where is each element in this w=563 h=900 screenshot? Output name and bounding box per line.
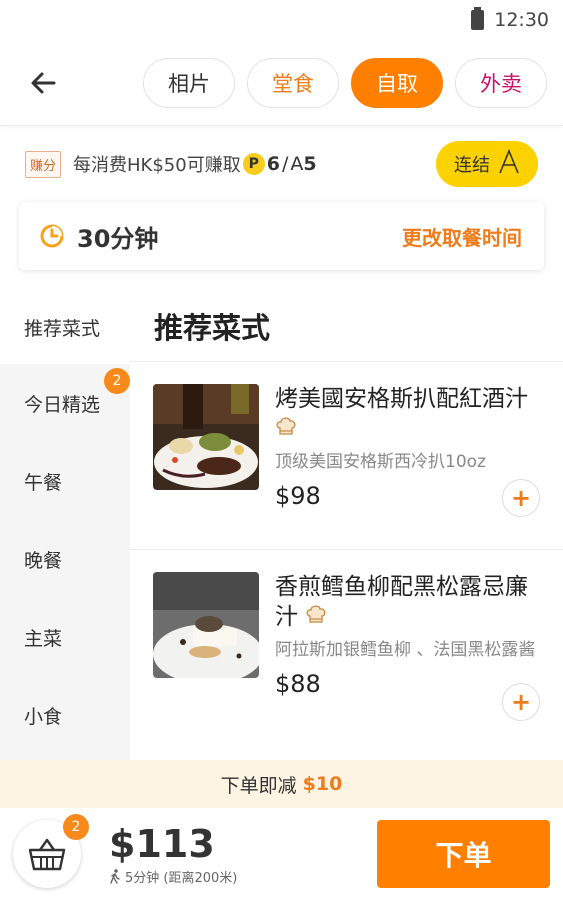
asia-miles-logo-icon <box>498 148 520 180</box>
promo-amount: $10 <box>302 773 343 795</box>
tab-delivery[interactable]: 外卖 <box>455 57 547 108</box>
dish-price: $88 <box>275 670 321 698</box>
dish-item[interactable]: 香煎鳕鱼柳配黑松露忌廉汁 阿拉斯加银鳕鱼柳 、法国黑松露酱 $88 + <box>130 550 563 760</box>
tab-photos[interactable]: 相片 <box>143 57 235 108</box>
tab-pickup[interactable]: 自取 <box>351 57 443 108</box>
dish-item[interactable]: 烤美國安格斯扒配紅酒汁 顶级美国安格斯西冷扒10oz $98 + <box>130 362 563 550</box>
earn-text: 每消费HK$50可赚取 <box>73 155 241 176</box>
dish-description: 阿拉斯加银鳕鱼柳 、法国黑松露酱 <box>275 640 536 660</box>
chef-recommend-icon <box>276 417 296 435</box>
points-coin-icon: P <box>242 153 265 175</box>
clock: 12:30 <box>494 9 549 31</box>
status-bar: 12:30 <box>0 0 563 40</box>
points-separator: / <box>281 153 289 175</box>
dish-name: 烤美國安格斯扒配紅酒汁 <box>275 384 541 444</box>
back-arrow-icon[interactable] <box>26 65 62 101</box>
change-pickup-time-link[interactable]: 更改取餐时间 <box>402 222 522 251</box>
header: 相片 堂食 自取 外卖 <box>0 40 563 126</box>
sidebar-item-main[interactable]: 主菜 <box>0 598 130 676</box>
count-badge: 2 <box>104 368 130 394</box>
sidebar-item-recommended[interactable]: 推荐菜式 <box>0 290 130 364</box>
pickup-time-card: 30分钟 更改取餐时间 <box>19 202 544 270</box>
sidebar-item-label: 午餐 <box>24 471 63 494</box>
sidebar-item-today[interactable]: 今日精选 2 <box>0 364 130 442</box>
place-order-button[interactable]: 下单 <box>377 820 550 888</box>
sidebar-item-snacks[interactable]: 小食 <box>0 676 130 754</box>
dish-name: 香煎鳕鱼柳配黑松露忌廉汁 <box>275 574 528 630</box>
sidebar-item-dinner[interactable]: 晚餐 <box>0 520 130 598</box>
menu-content: 推荐菜式 今日精选 2 午餐 晚餐 主菜 小食 推荐菜式 烤美國安格斯扒配紅酒汁… <box>0 290 563 760</box>
earn-badge: 赚分 <box>25 150 62 178</box>
cod-dish-image <box>153 572 259 678</box>
cart-count-badge: 2 <box>63 814 89 840</box>
sidebar-item-label: 推荐菜式 <box>24 317 101 340</box>
cart-button[interactable]: 2 <box>13 814 89 888</box>
steak-dish-image <box>153 384 259 490</box>
sidebar-item-label: 主菜 <box>24 627 63 650</box>
mode-tabs: 相片 堂食 自取 外卖 <box>143 57 547 108</box>
category-sidebar: 推荐菜式 今日精选 2 午餐 晚餐 主菜 小食 <box>0 290 130 760</box>
points-value: 6 <box>266 153 280 175</box>
order-total: $113 <box>109 821 215 866</box>
basket-icon <box>28 838 66 871</box>
link-account-button[interactable]: 连结 <box>436 141 538 187</box>
promo-text: 下单即减 <box>220 774 297 797</box>
checkout-footer: 2 $113 5分钟 (距离200米) 下单 <box>0 808 563 900</box>
promo-bar: 下单即减 $10 <box>0 760 563 808</box>
total-box: $113 5分钟 (距离200米) <box>109 823 237 886</box>
earn-points-bar: 赚分 每消费HK$50可赚取 P 6 / A 5 连结 <box>0 126 563 202</box>
sidebar-item-label: 晚餐 <box>24 549 63 572</box>
walk-info: 5分钟 (距离200米) <box>109 867 237 886</box>
add-to-cart-button[interactable]: + <box>502 683 540 721</box>
battery-icon <box>471 7 485 30</box>
sidebar-item-label: 小食 <box>24 705 63 728</box>
pickup-minutes: 30分钟 <box>77 224 159 253</box>
tab-dine-in[interactable]: 堂食 <box>247 57 339 108</box>
asia-miles-icon: A <box>290 153 304 175</box>
walking-icon <box>110 868 120 884</box>
add-to-cart-button[interactable]: + <box>502 479 540 517</box>
chef-recommend-icon <box>306 605 326 623</box>
section-title: 推荐菜式 <box>130 290 563 362</box>
walk-text: 5分钟 (距离200米) <box>125 870 238 886</box>
link-label: 连结 <box>454 155 490 176</box>
sidebar-item-label: 今日精选 <box>24 393 101 416</box>
dish-description: 顶级美国安格斯西冷扒10oz <box>275 452 486 472</box>
asia-miles-value: 5 <box>303 153 317 175</box>
sidebar-item-lunch[interactable]: 午餐 <box>0 442 130 520</box>
clock-icon <box>40 224 64 248</box>
dish-list: 推荐菜式 烤美國安格斯扒配紅酒汁 顶级美国安格斯西冷扒10oz $98 + 香煎… <box>130 290 563 760</box>
